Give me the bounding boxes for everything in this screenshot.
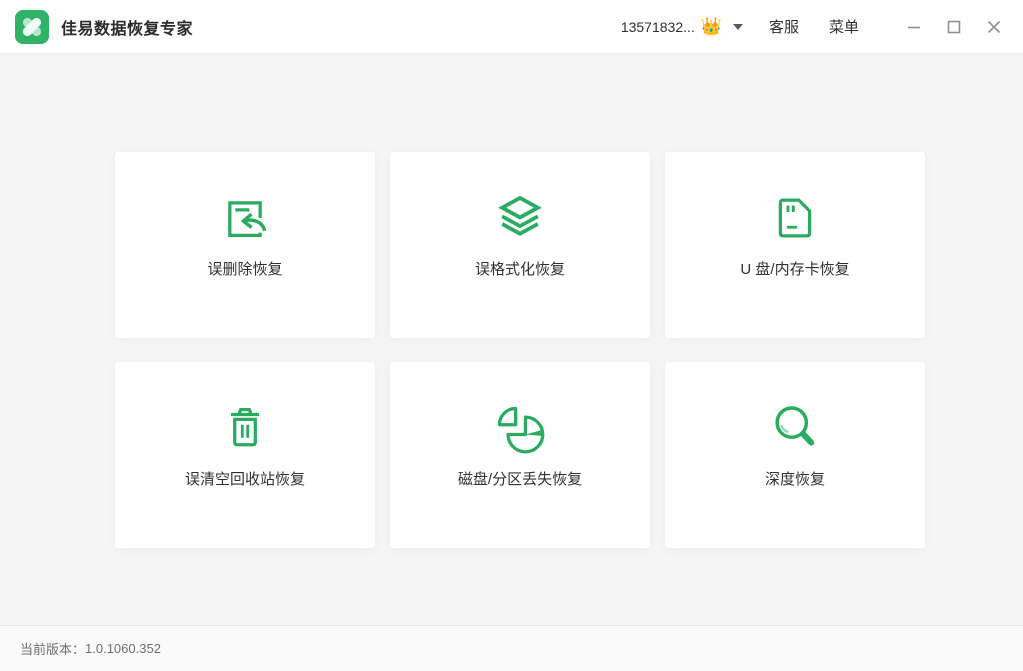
recovery-card-grid: 误删除恢复 误格式化恢复 U 盘/内存卡恢复 误清空回收站恢复 磁盘/分区丢失恢… [115, 152, 925, 548]
card-label: 误格式化恢复 [474, 261, 565, 278]
minimize-icon [908, 26, 920, 28]
undo-file-icon [219, 192, 271, 244]
card-deleted-file-recovery[interactable]: 误删除恢复 [115, 152, 375, 338]
chevron-down-icon [732, 23, 743, 30]
menu-button[interactable]: 菜单 [829, 16, 859, 37]
card-label: 深度恢复 [764, 471, 825, 488]
close-icon [987, 20, 1001, 33]
close-button[interactable] [979, 12, 1009, 42]
sd-card-icon [769, 192, 821, 244]
card-disk-partition-recovery[interactable]: 磁盘/分区丢失恢复 [390, 362, 650, 548]
card-label: 误删除恢复 [207, 261, 283, 278]
card-label: U 盘/内存卡恢复 [740, 261, 850, 278]
main-area: 误删除恢复 误格式化恢复 U 盘/内存卡恢复 误清空回收站恢复 磁盘/分区丢失恢… [0, 54, 1023, 625]
pie-chart-icon [494, 402, 546, 454]
maximize-icon [947, 20, 961, 33]
window-controls [889, 12, 1009, 42]
customer-service-button[interactable]: 客服 [769, 16, 799, 37]
minimize-button[interactable] [899, 12, 929, 42]
card-formatted-recovery[interactable]: 误格式化恢复 [390, 152, 650, 338]
layers-icon [494, 192, 546, 244]
vip-crown-icon: 👑 [700, 17, 722, 36]
card-label: 磁盘/分区丢失恢复 [457, 471, 583, 488]
card-recycle-bin-recovery[interactable]: 误清空回收站恢复 [115, 362, 375, 548]
card-deep-recovery[interactable]: 深度恢复 [665, 362, 925, 548]
version-label: 当前版本： [20, 642, 86, 657]
app-title: 佳易数据恢复专家 [61, 20, 194, 38]
magnifier-icon [769, 402, 821, 454]
card-usb-memorycard-recovery[interactable]: U 盘/内存卡恢复 [665, 152, 925, 338]
maximize-button[interactable] [939, 12, 969, 42]
titlebar: 佳易数据恢复专家 13571832... 👑 客服 菜单 [0, 0, 1023, 54]
card-label: 误清空回收站恢复 [184, 471, 305, 488]
account-id: 13571832... [620, 18, 695, 35]
statusbar: 当前版本： 1.0.1060.352 [0, 625, 1023, 671]
app-logo-icon [15, 9, 49, 44]
trash-icon [219, 402, 271, 454]
version-value: 1.0.1060.352 [85, 641, 161, 656]
account-menu[interactable]: 13571832... 👑 [621, 18, 743, 35]
